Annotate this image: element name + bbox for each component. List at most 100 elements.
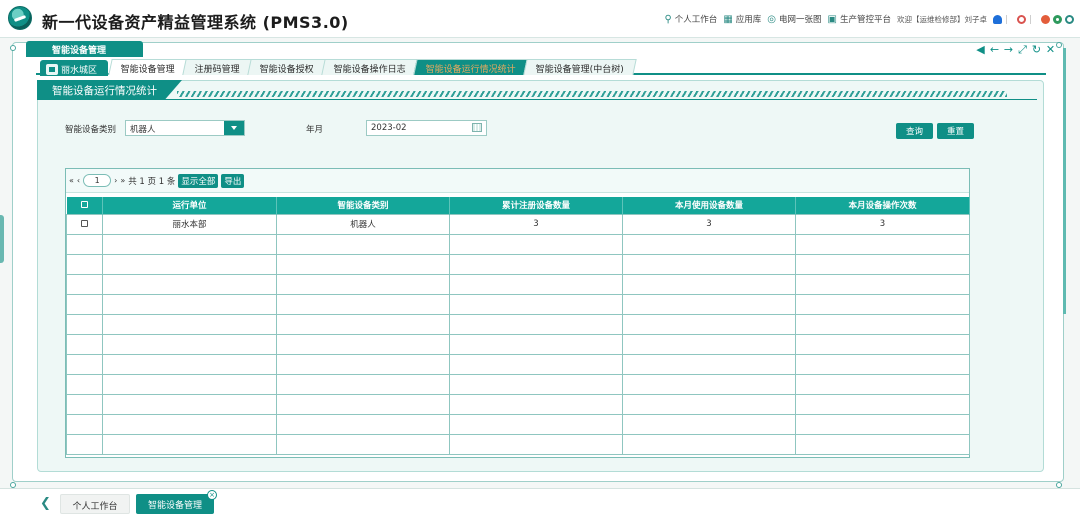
app-title: 新一代设备资产精益管理系统 (PMS3.0) xyxy=(42,13,349,32)
tab-operation-statistics[interactable]: 智能设备运行情况统计 xyxy=(413,59,529,75)
table-cell xyxy=(276,373,450,395)
production-platform-link[interactable]: ▣ 生产管控平台 xyxy=(828,13,891,26)
select-all-cell[interactable] xyxy=(66,197,103,214)
month-value: 2023-02 xyxy=(371,123,407,133)
device-type-select[interactable]: 机器人 xyxy=(125,120,245,136)
table-cell xyxy=(66,253,103,275)
table-cell xyxy=(66,373,103,395)
column-header[interactable]: 运行单位 xyxy=(102,197,277,214)
table-row-empty xyxy=(66,393,970,415)
close-tab-icon[interactable]: × xyxy=(207,490,217,500)
month-input[interactable]: 2023-02 xyxy=(366,120,487,136)
power-icon[interactable] xyxy=(1065,14,1074,24)
query-button[interactable]: 查询 xyxy=(896,123,933,139)
table-cell xyxy=(449,353,623,375)
user-icon[interactable] xyxy=(993,14,1002,24)
table-cell xyxy=(449,233,623,255)
app-library-link[interactable]: ▦ 应用库 xyxy=(723,13,761,26)
calendar-icon[interactable] xyxy=(472,123,482,132)
close-icon[interactable]: ✕ xyxy=(1045,43,1056,57)
grid-icon: ▦ xyxy=(723,13,733,25)
settings-icon[interactable] xyxy=(1053,14,1062,24)
scrollbar[interactable] xyxy=(1063,48,1066,314)
tab-device-management[interactable]: 智能设备管理 xyxy=(108,59,188,75)
tab-device-authorization[interactable]: 智能设备授权 xyxy=(247,59,327,75)
workbench-icon: ⚲ xyxy=(664,13,672,25)
column-header[interactable]: 本月设备操作次数 xyxy=(795,197,970,214)
taskbar-tab-workbench[interactable]: 个人工作台 xyxy=(60,494,130,514)
table-row-empty xyxy=(66,253,970,275)
panel-title: 智能设备运行情况统计 xyxy=(37,80,182,100)
table-cell xyxy=(622,273,796,295)
table-cell xyxy=(449,393,623,415)
table-cell xyxy=(449,293,623,315)
taskbar-tab-device-management[interactable]: 智能设备管理 xyxy=(136,494,214,514)
module-tab[interactable]: 智能设备管理 xyxy=(26,41,143,57)
table-cell xyxy=(276,393,450,415)
page-total: 共 1 页 1 条 xyxy=(128,176,176,187)
arrow-left-icon[interactable]: ← xyxy=(989,43,1000,57)
help-icon[interactable] xyxy=(1017,14,1026,24)
notification-icon[interactable] xyxy=(1041,14,1050,24)
table-row-empty xyxy=(66,433,970,455)
next-page-icon[interactable]: › xyxy=(114,176,117,185)
back-arrow-icon[interactable]: ◀ xyxy=(975,43,986,57)
table-cell xyxy=(102,413,277,435)
column-header[interactable]: 智能设备类别 xyxy=(276,197,450,214)
table-cell xyxy=(66,293,103,315)
table-cell xyxy=(66,393,103,415)
top-header: 新一代设备资产精益管理系统 (PMS3.0) ⚲ 个人工作台 ▦ 应用库 ◎ 电网一张… xyxy=(0,0,1080,38)
table-cell xyxy=(66,313,103,335)
left-collapse-handle[interactable] xyxy=(0,215,4,263)
tab-operation-log[interactable]: 智能设备操作日志 xyxy=(321,59,419,75)
export-button[interactable]: 导出 xyxy=(221,173,245,188)
table-cell xyxy=(795,233,970,255)
table-cell xyxy=(622,433,796,455)
refresh-icon[interactable]: ↻ xyxy=(1031,43,1042,57)
table-cell xyxy=(795,293,970,315)
table-cell xyxy=(622,253,796,275)
table-cell xyxy=(102,313,277,335)
pager: « ‹ 1 › » 共 1 页 1 条 显示全部 导出 xyxy=(66,169,969,193)
table-row-empty xyxy=(66,273,970,295)
grid-map-link[interactable]: ◎ 电网一张图 xyxy=(767,13,821,26)
table-cell xyxy=(102,393,277,415)
show-all-button[interactable]: 显示全部 xyxy=(178,173,219,188)
last-page-icon[interactable]: » xyxy=(120,176,125,185)
header-links: ⚲ 个人工作台 ▦ 应用库 ◎ 电网一张图 ▣ 生产管控平台 欢迎【运维检修部】刘子卓 … xyxy=(664,13,1074,25)
table-cell xyxy=(795,333,970,355)
table-cell xyxy=(795,273,970,295)
column-header[interactable]: 累计注册设备数量 xyxy=(449,197,623,214)
select-all-checkbox[interactable] xyxy=(80,201,88,209)
first-page-icon[interactable]: « xyxy=(69,176,74,185)
table-cell: 3 xyxy=(449,213,623,235)
table-cell xyxy=(66,413,103,435)
row-checkbox[interactable] xyxy=(81,220,88,227)
table-cell xyxy=(102,353,277,375)
company-logo-icon xyxy=(8,6,32,30)
personal-workbench-link[interactable]: ⚲ 个人工作台 xyxy=(664,13,717,26)
table-cell xyxy=(449,333,623,355)
region-selector[interactable]: 丽水城区 xyxy=(40,60,108,76)
prev-page-icon[interactable]: ‹ xyxy=(77,176,80,185)
table-cell xyxy=(276,233,450,255)
column-header[interactable]: 本月使用设备数量 xyxy=(622,197,796,214)
reset-button[interactable]: 重置 xyxy=(937,123,974,139)
table-header-row: 运行单位 智能设备类别 累计注册设备数量 本月使用设备数量 本月设备操作次数 xyxy=(66,197,970,214)
table-cell xyxy=(449,273,623,295)
chevron-left-icon[interactable]: ❮ xyxy=(40,496,51,511)
device-type-label: 智能设备类别 xyxy=(65,125,117,135)
tab-device-management-tree[interactable]: 智能设备管理(中台树) xyxy=(523,59,637,75)
tab-registration-code[interactable]: 注册码管理 xyxy=(182,59,253,75)
arrow-right-icon[interactable]: → xyxy=(1003,43,1014,57)
row-select-cell[interactable] xyxy=(66,213,103,235)
table-cell xyxy=(622,313,796,335)
maximize-icon[interactable]: ⤢ xyxy=(1017,43,1028,57)
frame-corner xyxy=(10,45,16,51)
table-row[interactable]: 丽水本部 机器人 3 3 3 xyxy=(66,213,970,235)
page-number-input[interactable]: 1 xyxy=(83,174,112,187)
table-cell xyxy=(66,333,103,355)
table-cell: 3 xyxy=(795,213,970,235)
chevron-down-icon[interactable] xyxy=(224,121,244,135)
table-cell xyxy=(102,253,277,275)
